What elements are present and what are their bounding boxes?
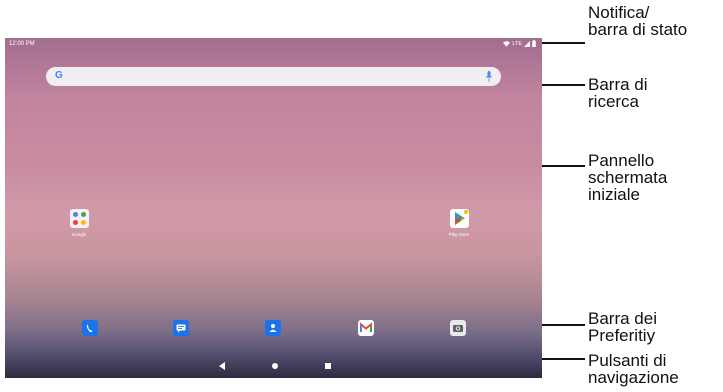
home-icon[interactable]	[272, 363, 278, 369]
dock-messages[interactable]	[173, 320, 189, 336]
app-label: Google	[71, 232, 87, 237]
search-bar[interactable]: G	[46, 67, 501, 86]
recents-icon[interactable]	[325, 363, 331, 369]
contacts-icon	[269, 324, 277, 332]
back-icon[interactable]	[219, 362, 225, 370]
app-label: Play Store	[448, 232, 470, 237]
network-type: LTE	[512, 40, 522, 47]
callout-line-search	[542, 84, 585, 86]
tablet-screen: 12:00 PM LTE G Google Play Store	[5, 38, 542, 378]
callout-line-navigation	[542, 358, 585, 360]
google-logo-icon: G	[55, 70, 63, 81]
callout-search: Barra di ricerca	[588, 75, 648, 111]
signal-icon	[524, 40, 530, 47]
mic-icon[interactable]	[486, 71, 492, 82]
app-google-folder[interactable]: Google	[49, 209, 109, 237]
dock-gmail[interactable]	[358, 320, 374, 336]
status-time: 12:00 PM	[9, 41, 35, 47]
navigation-bar	[5, 356, 542, 378]
callout-line-status	[542, 42, 585, 44]
status-icons: LTE	[503, 40, 536, 47]
phone-icon	[86, 324, 93, 333]
callout-favorites: Barra dei Preferitiy	[588, 309, 657, 345]
callout-navigation: Pulsanti di navigazione	[588, 351, 679, 387]
app-play-store[interactable]: Play Store	[429, 209, 489, 237]
camera-icon	[453, 325, 463, 332]
callout-line-home	[542, 165, 585, 167]
dock-contacts[interactable]	[265, 320, 281, 336]
battery-icon	[532, 40, 536, 47]
messages-icon	[176, 324, 186, 333]
google-folder-icon	[69, 209, 89, 228]
gmail-icon	[360, 322, 372, 332]
wifi-icon	[503, 40, 511, 47]
dock-camera[interactable]	[450, 320, 466, 336]
callout-line-favorites	[542, 324, 585, 326]
dock-phone[interactable]	[82, 320, 98, 336]
status-bar[interactable]: 12:00 PM LTE	[5, 38, 542, 52]
play-store-icon	[449, 209, 469, 228]
callout-status: Notifica/ barra di stato	[588, 3, 688, 39]
callout-home: Pannello schermata iniziale	[588, 151, 668, 204]
